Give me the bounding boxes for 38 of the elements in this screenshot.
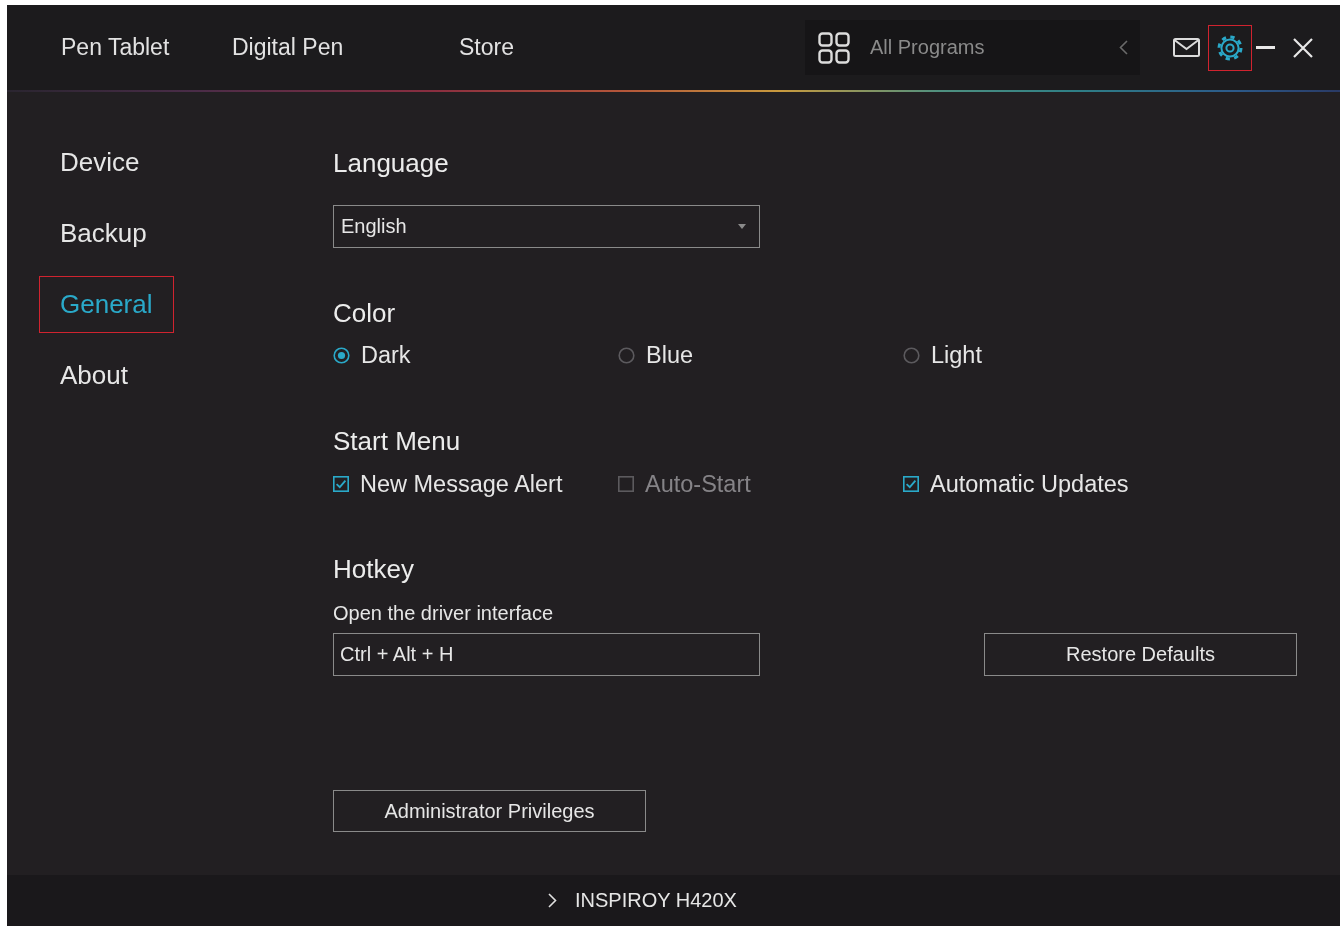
- radio-button[interactable]: [618, 346, 635, 364]
- sidebar-item[interactable]: General: [39, 276, 174, 333]
- checkbox[interactable]: [903, 476, 919, 492]
- radio-button[interactable]: [333, 346, 350, 364]
- nav-tab[interactable]: Digital Pen: [232, 32, 344, 63]
- mail-icon[interactable]: [1173, 38, 1200, 57]
- checkbox-label: New Message Alert: [360, 471, 563, 497]
- checkbox-label: Automatic Updates: [930, 471, 1129, 497]
- minimize-icon: [1256, 46, 1275, 49]
- hotkey-description: Open the driver interface: [333, 601, 554, 625]
- sidebar-item[interactable]: Device: [39, 134, 161, 191]
- chevron-right-icon: [548, 893, 557, 908]
- device-selector[interactable]: INSPIROY H420X: [548, 889, 737, 912]
- language-dropdown[interactable]: English: [333, 205, 760, 248]
- grid-icon: [818, 31, 850, 64]
- radio-button[interactable]: [903, 346, 920, 364]
- sidebar-item[interactable]: Backup: [39, 205, 168, 262]
- radio-label: Dark: [361, 342, 411, 368]
- nav-tab[interactable]: Store: [459, 32, 514, 63]
- radio-label: Light: [931, 342, 982, 368]
- section-heading: Start Menu: [333, 426, 461, 456]
- close-button[interactable]: [1293, 37, 1313, 58]
- section-heading: Hotkey: [333, 554, 414, 584]
- sidebar-item[interactable]: About: [39, 347, 149, 404]
- hotkey-field[interactable]: Ctrl + Alt + H: [333, 633, 760, 676]
- radio-label: Blue: [646, 342, 694, 368]
- checkbox-label: Auto-Start: [645, 471, 751, 497]
- section-heading: Color: [333, 298, 396, 328]
- caret-down-icon: [738, 224, 746, 229]
- close-icon: [1293, 37, 1313, 58]
- section-heading: Language: [333, 148, 449, 178]
- admin-privileges-button[interactable]: Administrator Privileges: [333, 790, 646, 832]
- nav-tab[interactable]: Pen Tablet: [61, 32, 170, 63]
- program-selector[interactable]: All Programs: [805, 20, 1140, 75]
- settings-button[interactable]: [1208, 24, 1252, 71]
- restore-defaults-button[interactable]: Restore Defaults: [984, 633, 1297, 676]
- chevron-left-icon: [1119, 40, 1128, 55]
- checkbox[interactable]: [333, 476, 349, 492]
